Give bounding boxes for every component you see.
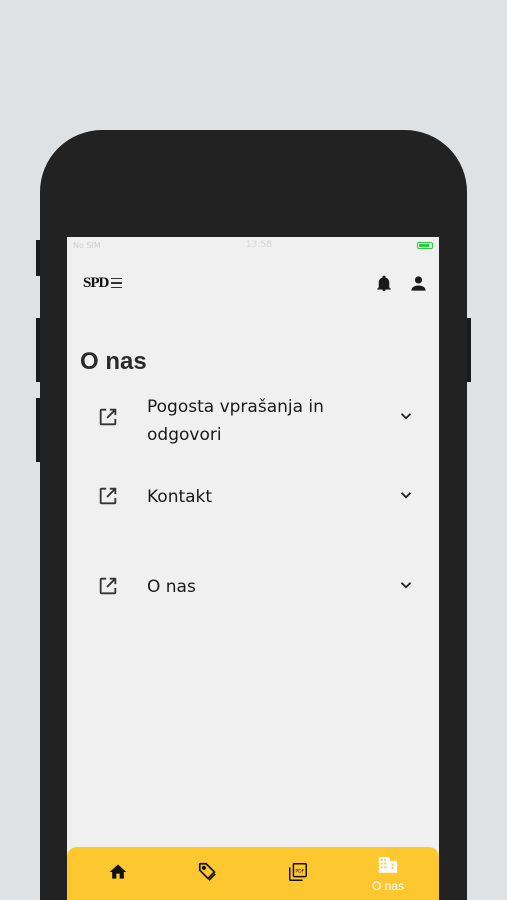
phone-side-button (36, 318, 40, 382)
battery-icon (416, 241, 433, 249)
tag-icon (197, 861, 219, 887)
phone-side-button (36, 398, 40, 462)
list-item-label: Pogosta vprašanja in odgovori (147, 397, 324, 445)
nav-tags[interactable] (173, 847, 243, 900)
logo-text: SPD (83, 274, 109, 291)
svg-text:PDF: PDF (295, 868, 304, 874)
app-bar-actions (373, 272, 429, 294)
nav-pdf[interactable]: PDF (263, 847, 333, 900)
clock: 13:58 (245, 240, 272, 250)
chevron-down-icon[interactable] (397, 486, 419, 508)
phone-side-button (36, 240, 40, 276)
bottom-navigation: PDF O nas (67, 847, 439, 900)
app-screen: No SIM 13:58 SPD O nas Pogosta vprašanja… (67, 237, 439, 900)
list-item-o-nas[interactable]: O nas (67, 562, 439, 601)
external-link-icon (97, 485, 121, 509)
list-item-faq[interactable]: Pogosta vprašanja in odgovori (67, 390, 439, 472)
external-link-icon (97, 406, 121, 430)
page-title: O nas (80, 348, 147, 375)
app-bar: SPD (67, 253, 439, 313)
menu-icon (111, 277, 123, 289)
phone-side-button (467, 318, 471, 382)
carrier-label: No SIM (73, 240, 101, 250)
pdf-icon: PDF (287, 861, 309, 887)
building-icon (377, 855, 399, 878)
status-bar: No SIM 13:58 (67, 237, 439, 253)
chevron-down-icon[interactable] (397, 576, 419, 598)
list-item-label: Kontakt (147, 487, 213, 507)
nav-label: O nas (371, 878, 404, 893)
bell-icon[interactable] (373, 272, 395, 294)
user-icon[interactable] (407, 272, 429, 294)
list-item-label: O nas (147, 577, 196, 597)
app-logo[interactable]: SPD (83, 274, 123, 292)
nav-home[interactable] (83, 847, 153, 900)
home-icon (108, 862, 128, 886)
list-item-kontakt[interactable]: Kontakt (67, 472, 439, 562)
nav-o-nas[interactable]: O nas (353, 847, 423, 900)
external-link-icon (97, 575, 121, 599)
chevron-down-icon[interactable] (397, 407, 419, 429)
info-list: Pogosta vprašanja in odgovori Kontakt O … (67, 390, 439, 601)
